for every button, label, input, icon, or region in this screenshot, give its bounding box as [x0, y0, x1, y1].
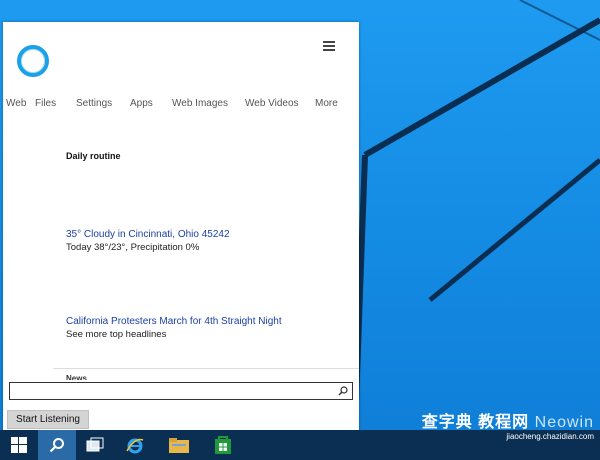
weather-detail: Today 38°/23°, Precipitation 0%	[66, 242, 200, 253]
search-icon[interactable]	[338, 386, 348, 396]
task-view-button[interactable]	[76, 430, 114, 460]
store-icon	[215, 436, 231, 454]
search-box[interactable]	[9, 382, 353, 400]
news-headline[interactable]: California Protesters March for 4th Stra…	[66, 316, 282, 327]
file-explorer-icon	[169, 438, 189, 453]
watermark: 查字典 教程网 Neowin jiaocheng.chazidian.com	[422, 408, 594, 441]
cortana-panel: Web Files Settings Apps Web Images Web V…	[3, 22, 359, 432]
nav-settings[interactable]: Settings	[76, 98, 112, 109]
news-detail[interactable]: See more top headlines	[66, 329, 166, 340]
start-button[interactable]	[0, 430, 38, 460]
nav-more[interactable]: More	[315, 98, 338, 109]
start-listening-button[interactable]: Start Listening	[7, 410, 89, 429]
weather-headline[interactable]: 35° Cloudy in Cincinnati, Ohio 45242	[66, 229, 230, 240]
nav-web-images[interactable]: Web Images	[172, 98, 228, 109]
windows-start-icon	[11, 437, 27, 453]
internet-explorer-icon	[126, 438, 144, 454]
task-view-icon	[86, 437, 104, 452]
watermark-brand: Neowin	[534, 414, 594, 431]
divider	[53, 368, 359, 369]
search-icon	[49, 438, 64, 453]
cortana-icon[interactable]	[17, 45, 49, 77]
taskbar-search-button[interactable]	[38, 430, 76, 460]
nav-apps[interactable]: Apps	[130, 98, 153, 109]
section-title: Daily routine	[66, 151, 121, 161]
store-button[interactable]	[204, 430, 242, 460]
news-section-label: News	[66, 374, 87, 380]
search-input[interactable]	[14, 384, 334, 398]
nav-web-videos[interactable]: Web Videos	[245, 98, 299, 109]
watermark-main: 查字典 教程网	[421, 414, 530, 431]
watermark-url: jiaocheng.chazidian.com	[506, 432, 594, 441]
nav-files[interactable]: Files	[35, 98, 56, 109]
nav-web[interactable]: Web	[6, 98, 26, 109]
file-explorer-button[interactable]	[160, 430, 198, 460]
internet-explorer-button[interactable]	[116, 430, 154, 460]
search-scope-nav: Web Files Settings Apps Web Images Web V…	[3, 98, 359, 114]
hamburger-menu-icon[interactable]	[323, 41, 335, 51]
